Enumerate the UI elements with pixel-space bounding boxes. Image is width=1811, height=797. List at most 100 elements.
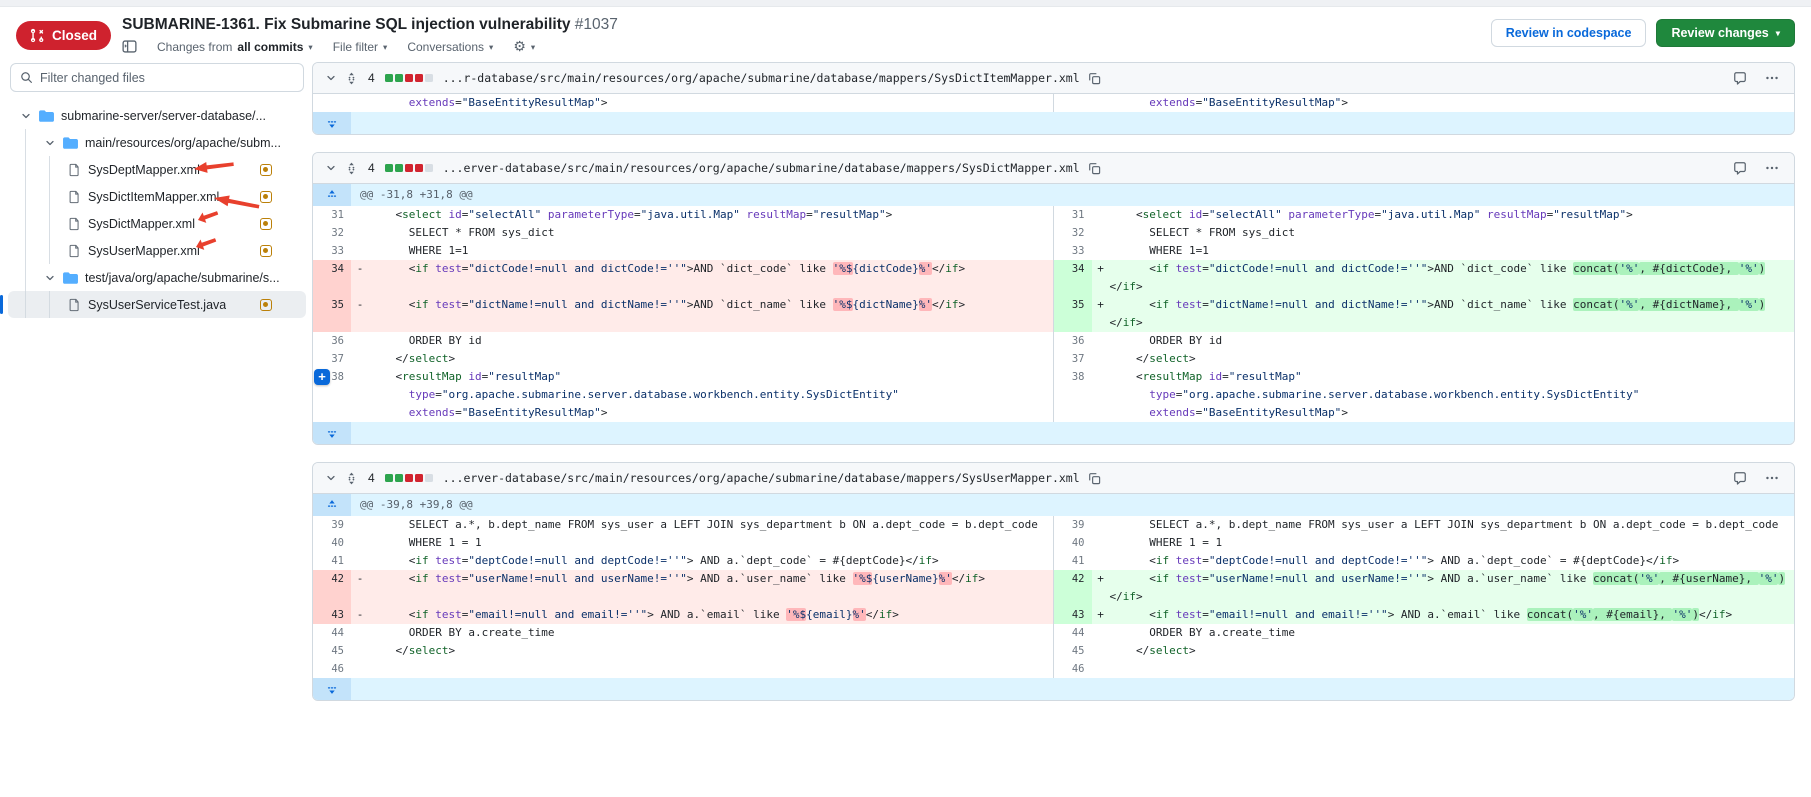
old-code-cell: 37 </select> [313, 350, 1054, 368]
code-line: SELECT a.*, b.dept_name FROM sys_user a … [369, 516, 1053, 534]
chevron-down-icon[interactable] [20, 110, 32, 122]
expand-down-button[interactable] [313, 112, 351, 134]
diffstat-block-add [385, 164, 393, 172]
code-line: WHERE 1 = 1 [369, 534, 1053, 552]
line-number: 34 [313, 260, 351, 296]
collapse-file-chevron-icon[interactable] [325, 472, 337, 484]
file-path-link[interactable]: ...erver-database/src/main/resources/org… [443, 471, 1080, 485]
diff-code-row: 42- <if test="userName!=null and userNam… [313, 570, 1794, 606]
diff-code-row: 41 <if test="deptCode!=null and deptCode… [313, 552, 1794, 570]
annotation-arrow-icon [196, 207, 220, 225]
drag-handle-icon[interactable] [345, 162, 358, 175]
expand-up-button[interactable] [313, 494, 351, 516]
pr-status-badge: Closed [16, 21, 111, 50]
review-changes-label: Review changes [1671, 26, 1768, 40]
sidebar-item-test-java-org-apache-submarine-s[interactable]: test/java/org/apache/submarine/s... [8, 264, 306, 291]
old-code-cell: extends="BaseEntityResultMap"> [313, 94, 1054, 112]
line-number: 44 [313, 624, 351, 642]
changes-from-dropdown[interactable]: Changes from all commits ▾ [157, 40, 313, 54]
code-line: SELECT * FROM sys_dict [369, 224, 1053, 242]
chevron-down-icon[interactable] [44, 272, 56, 284]
copy-path-icon[interactable] [1088, 72, 1101, 85]
filter-changed-files-input[interactable] [40, 71, 294, 85]
diff-marker: - [351, 606, 369, 624]
diff-marker [1092, 224, 1110, 242]
diff-marker [351, 206, 369, 224]
old-code-cell: 46 [313, 660, 1054, 678]
line-number: 41 [1054, 552, 1092, 570]
diff-marker: + [1092, 260, 1110, 296]
add-comment-button[interactable]: + [314, 369, 330, 385]
drag-handle-icon[interactable] [345, 72, 358, 85]
sidebar-item-main-resources-org-apache-subm[interactable]: main/resources/org/apache/subm... [8, 129, 306, 156]
collapse-file-chevron-icon[interactable] [325, 72, 337, 84]
diff-code-row: 40 WHERE 1 = 140 WHERE 1 = 1 [313, 534, 1794, 552]
folder-icon [39, 109, 54, 123]
diff-file-header: 4...erver-database/src/main/resources/or… [313, 153, 1794, 184]
line-number: 44 [1054, 624, 1092, 642]
page-title: SUBMARINE-1361. Fix Submarine SQL inject… [122, 16, 618, 34]
old-code-cell: 33 WHERE 1=1 [313, 242, 1054, 260]
diff-settings-dropdown[interactable]: ⚙ ▾ [513, 38, 535, 55]
file-modified-icon [260, 245, 272, 257]
sidebar-item-sysdeptmapper-xml[interactable]: SysDeptMapper.xml [8, 156, 306, 183]
line-number: 35 [1054, 296, 1092, 332]
code-line: WHERE 1 = 1 [1110, 534, 1795, 552]
sidebar-item-submarine-server-server-database[interactable]: submarine-server/server-database/... [8, 102, 306, 129]
diff-marker [351, 332, 369, 350]
sidebar-item-sysdictmapper-xml[interactable]: SysDictMapper.xml [8, 210, 306, 237]
line-number: 36 [313, 332, 351, 350]
review-changes-button[interactable]: Review changes ▾ [1656, 19, 1795, 47]
diffstat-block-add [385, 474, 393, 482]
old-code-cell: 44 ORDER BY a.create_time [313, 624, 1054, 642]
conversations-dropdown[interactable]: Conversations ▾ [407, 40, 493, 54]
expand-down-button[interactable] [313, 422, 351, 444]
new-code-cell: 32 SELECT * FROM sys_dict [1054, 224, 1795, 242]
diff-panel-sysusermapper-xml: 4...erver-database/src/main/resources/or… [312, 462, 1795, 701]
kebab-menu-icon[interactable] [1765, 471, 1779, 485]
copy-path-icon[interactable] [1088, 162, 1101, 175]
diff-marker [1092, 516, 1110, 534]
comment-icon[interactable] [1733, 161, 1747, 175]
line-number: 45 [313, 642, 351, 660]
code-line: </select> [1110, 642, 1795, 660]
diffstat-block-none [425, 474, 433, 482]
copy-path-icon[interactable] [1088, 472, 1101, 485]
line-number: 41 [313, 552, 351, 570]
diff-marker [351, 516, 369, 534]
review-in-codespace-button[interactable]: Review in codespace [1491, 19, 1647, 47]
sidebar-item-sysdictitemmapper-xml[interactable]: SysDictItemMapper.xml [8, 183, 306, 210]
diff-marker [351, 624, 369, 642]
diff-marker [1092, 552, 1110, 570]
line-number: 31 [1054, 206, 1092, 224]
diff-code-row: 43- <if test="email!=null and email!=''"… [313, 606, 1794, 624]
hunk-header-text: @@ -39,8 +39,8 @@ [351, 496, 473, 514]
comment-icon[interactable] [1733, 71, 1747, 85]
diff-code-row: 4646 [313, 660, 1794, 678]
line-number: 36 [1054, 332, 1092, 350]
expand-up-button[interactable] [313, 184, 351, 206]
drag-handle-icon[interactable] [345, 472, 358, 485]
sidebar-item-sysusermapper-xml[interactable]: SysUserMapper.xml [8, 237, 306, 264]
kebab-menu-icon[interactable] [1765, 71, 1779, 85]
file-path-link[interactable]: ...erver-database/src/main/resources/org… [443, 161, 1080, 175]
diffstat-block-none [425, 164, 433, 172]
new-code-cell: 31 <select id="selectAll" parameterType=… [1054, 206, 1795, 224]
collapse-file-chevron-icon[interactable] [325, 162, 337, 174]
chevron-down-icon[interactable] [44, 137, 56, 149]
diff-marker [1092, 242, 1110, 260]
code-line: </select> [369, 642, 1053, 660]
comment-icon[interactable] [1733, 471, 1747, 485]
header-actions [1733, 161, 1782, 175]
files-toolbar: Changes from all commits ▾ File filter ▾… [122, 38, 618, 55]
diff-code-row: 39 SELECT a.*, b.dept_name FROM sys_user… [313, 516, 1794, 534]
file-path-link[interactable]: ...r-database/src/main/resources/org/apa… [443, 71, 1080, 85]
new-code-cell: 45 </select> [1054, 642, 1795, 660]
expand-down-button[interactable] [313, 678, 351, 700]
sidebar-item-sysuserservicetest-java[interactable]: SysUserServiceTest.java [8, 291, 306, 318]
kebab-menu-icon[interactable] [1765, 161, 1779, 175]
sidebar-toggle-icon[interactable] [122, 39, 137, 54]
file-icon [68, 217, 81, 231]
new-code-cell: 41 <if test="deptCode!=null and deptCode… [1054, 552, 1795, 570]
file-filter-dropdown[interactable]: File filter ▾ [333, 40, 388, 54]
